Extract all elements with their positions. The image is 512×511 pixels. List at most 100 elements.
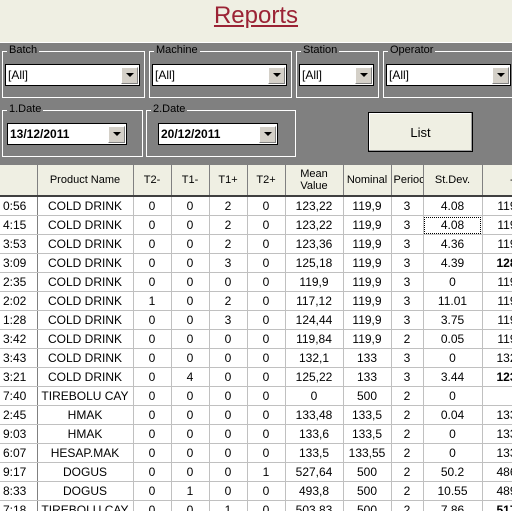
cell-t2-plus[interactable]: 0 xyxy=(247,348,286,368)
cell-time[interactable]: 9:17 xyxy=(0,462,38,482)
cell-period[interactable]: 3 xyxy=(391,196,424,216)
cell-time[interactable]: 2:45 xyxy=(0,405,38,425)
cell-mean-value[interactable]: 503,83 xyxy=(285,500,344,511)
cell-minus-1[interactable]: 128.8 xyxy=(482,253,512,273)
table-row[interactable]: 3:09COLD DRINK0030125,18119,934.39128.8 xyxy=(0,253,512,273)
cell-mean-value[interactable]: 124,44 xyxy=(285,310,344,330)
cell-product-name[interactable]: COLD DRINK xyxy=(37,234,134,254)
table-row[interactable]: 3:42COLD DRINK0000119,84119,920.05119.5 xyxy=(0,329,512,349)
cell-t2-minus[interactable]: 0 xyxy=(133,329,172,349)
cell-minus-1[interactable] xyxy=(482,386,512,406)
column-header-mean-value[interactable]: Mean Value xyxy=(285,165,344,197)
cell-t2-minus[interactable]: 0 xyxy=(133,405,172,425)
column-header-minus-1[interactable]: -1- xyxy=(482,165,512,197)
cell-minus-1[interactable]: 133.5 xyxy=(482,443,512,463)
cell-t1-plus[interactable]: 2 xyxy=(209,196,248,216)
cell-t2-plus[interactable]: 0 xyxy=(247,443,286,463)
cell-t2-plus[interactable]: 1 xyxy=(247,462,286,482)
cell-stdev[interactable]: 0 xyxy=(423,348,483,368)
chevron-down-icon[interactable] xyxy=(108,125,125,143)
cell-time[interactable]: 6:07 xyxy=(0,443,38,463)
cell-period[interactable]: 2 xyxy=(391,405,424,425)
cell-time[interactable]: 1:28 xyxy=(0,310,38,330)
cell-product-name[interactable]: COLD DRINK xyxy=(37,348,134,368)
cell-stdev[interactable]: 11.01 xyxy=(423,291,483,311)
cell-t1-minus[interactable]: 4 xyxy=(171,367,210,387)
cell-stdev[interactable]: 4.39 xyxy=(423,253,483,273)
cell-t1-minus[interactable]: 0 xyxy=(171,196,210,216)
cell-stdev[interactable]: 4.36 xyxy=(423,234,483,254)
cell-product-name[interactable]: TIREBOLU CAY xyxy=(37,500,134,511)
cell-t1-plus[interactable]: 0 xyxy=(209,367,248,387)
cell-t1-plus[interactable]: 0 xyxy=(209,329,248,349)
cell-nominal[interactable]: 133,55 xyxy=(343,443,392,463)
column-header-t2-minus[interactable]: T2- xyxy=(133,165,172,197)
cell-time[interactable]: 0:56 xyxy=(0,196,38,216)
cell-t2-minus[interactable]: 0 xyxy=(133,424,172,444)
cell-period[interactable]: 2 xyxy=(391,443,424,463)
cell-mean-value[interactable]: 123,36 xyxy=(285,234,344,254)
cell-t2-minus[interactable]: 0 xyxy=(133,310,172,330)
table-row[interactable]: 3:53COLD DRINK0020123,36119,934.36119.8 xyxy=(0,234,512,254)
cell-t2-plus[interactable]: 0 xyxy=(247,386,286,406)
cell-minus-1[interactable]: 133.6 xyxy=(482,424,512,444)
cell-t2-minus[interactable]: 1 xyxy=(133,291,172,311)
cell-product-name[interactable]: HMAK xyxy=(37,405,134,425)
table-row[interactable]: 3:43COLD DRINK0000132,113330132.1 xyxy=(0,348,512,368)
cell-t1-plus[interactable]: 1 xyxy=(209,500,248,511)
cell-product-name[interactable]: COLD DRINK xyxy=(37,253,134,273)
table-row[interactable]: 1:28COLD DRINK0030124,44119,933.75119.8 xyxy=(0,310,512,330)
cell-time[interactable]: 3:43 xyxy=(0,348,38,368)
cell-t1-plus[interactable]: 0 xyxy=(209,405,248,425)
cell-t1-plus[interactable]: 2 xyxy=(209,234,248,254)
column-header-stdev[interactable]: St.Dev. xyxy=(423,165,483,197)
cell-stdev[interactable]: 7.86 xyxy=(423,500,483,511)
table-row[interactable]: 8:33DOGUS0100493,8500210.55489.3 xyxy=(0,481,512,501)
cell-mean-value[interactable]: 117,12 xyxy=(285,291,344,311)
column-header-time[interactable] xyxy=(0,165,38,197)
cell-t1-minus[interactable]: 0 xyxy=(171,215,210,235)
cell-product-name[interactable]: COLD DRINK xyxy=(37,215,134,235)
cell-period[interactable]: 2 xyxy=(391,386,424,406)
date-2-picker[interactable]: 20/12/2011 xyxy=(158,123,278,145)
cell-minus-1[interactable]: 119.5 xyxy=(482,196,512,216)
table-row[interactable]: 2:02COLD DRINK1020117,12119,9311.01119.5 xyxy=(0,291,512,311)
cell-time[interactable]: 3:53 xyxy=(0,234,38,254)
cell-nominal[interactable]: 500 xyxy=(343,386,392,406)
cell-nominal[interactable]: 119,9 xyxy=(343,329,392,349)
cell-stdev[interactable]: 0 xyxy=(423,443,483,463)
cell-time[interactable]: 3:42 xyxy=(0,329,38,349)
cell-t1-plus[interactable]: 0 xyxy=(209,272,248,292)
cell-time[interactable]: 9:03 xyxy=(0,424,38,444)
table-row[interactable]: 9:03HMAK0000133,6133,520133.6 xyxy=(0,424,512,444)
station-combobox[interactable]: [All] xyxy=(299,64,374,86)
cell-product-name[interactable]: DOGUS xyxy=(37,462,134,482)
table-row[interactable]: 6:07HESAP.MAK0000133,5133,5520133.5 xyxy=(0,443,512,463)
cell-nominal[interactable]: 119,9 xyxy=(343,272,392,292)
cell-t1-minus[interactable]: 0 xyxy=(171,462,210,482)
cell-stdev[interactable]: 4.08 xyxy=(423,196,483,216)
cell-nominal[interactable]: 133 xyxy=(343,367,392,387)
cell-minus-1[interactable]: 123.5 xyxy=(482,367,512,387)
cell-t1-minus[interactable]: 0 xyxy=(171,386,210,406)
cell-nominal[interactable]: 119,9 xyxy=(343,291,392,311)
column-header-t1-minus[interactable]: T1- xyxy=(171,165,210,197)
cell-t2-minus[interactable]: 0 xyxy=(133,367,172,387)
cell-t1-minus[interactable]: 0 xyxy=(171,291,210,311)
cell-t2-plus[interactable]: 0 xyxy=(247,215,286,235)
cell-period[interactable]: 3 xyxy=(391,215,424,235)
cell-minus-1[interactable]: 119.5 xyxy=(482,291,512,311)
column-header-t1-plus[interactable]: T1+ xyxy=(209,165,248,197)
cell-t2-plus[interactable]: 0 xyxy=(247,405,286,425)
chevron-down-icon[interactable] xyxy=(259,125,276,143)
batch-combobox[interactable]: [All] xyxy=(5,64,140,86)
cell-t2-plus[interactable]: 0 xyxy=(247,253,286,273)
cell-nominal[interactable]: 500 xyxy=(343,500,392,511)
cell-product-name[interactable]: COLD DRINK xyxy=(37,291,134,311)
cell-product-name[interactable]: DOGUS xyxy=(37,481,134,501)
cell-t2-minus[interactable]: 0 xyxy=(133,348,172,368)
cell-mean-value[interactable]: 493,8 xyxy=(285,481,344,501)
cell-time[interactable]: 3:21 xyxy=(0,367,38,387)
cell-t1-minus[interactable]: 0 xyxy=(171,443,210,463)
chevron-down-icon[interactable] xyxy=(121,66,138,84)
